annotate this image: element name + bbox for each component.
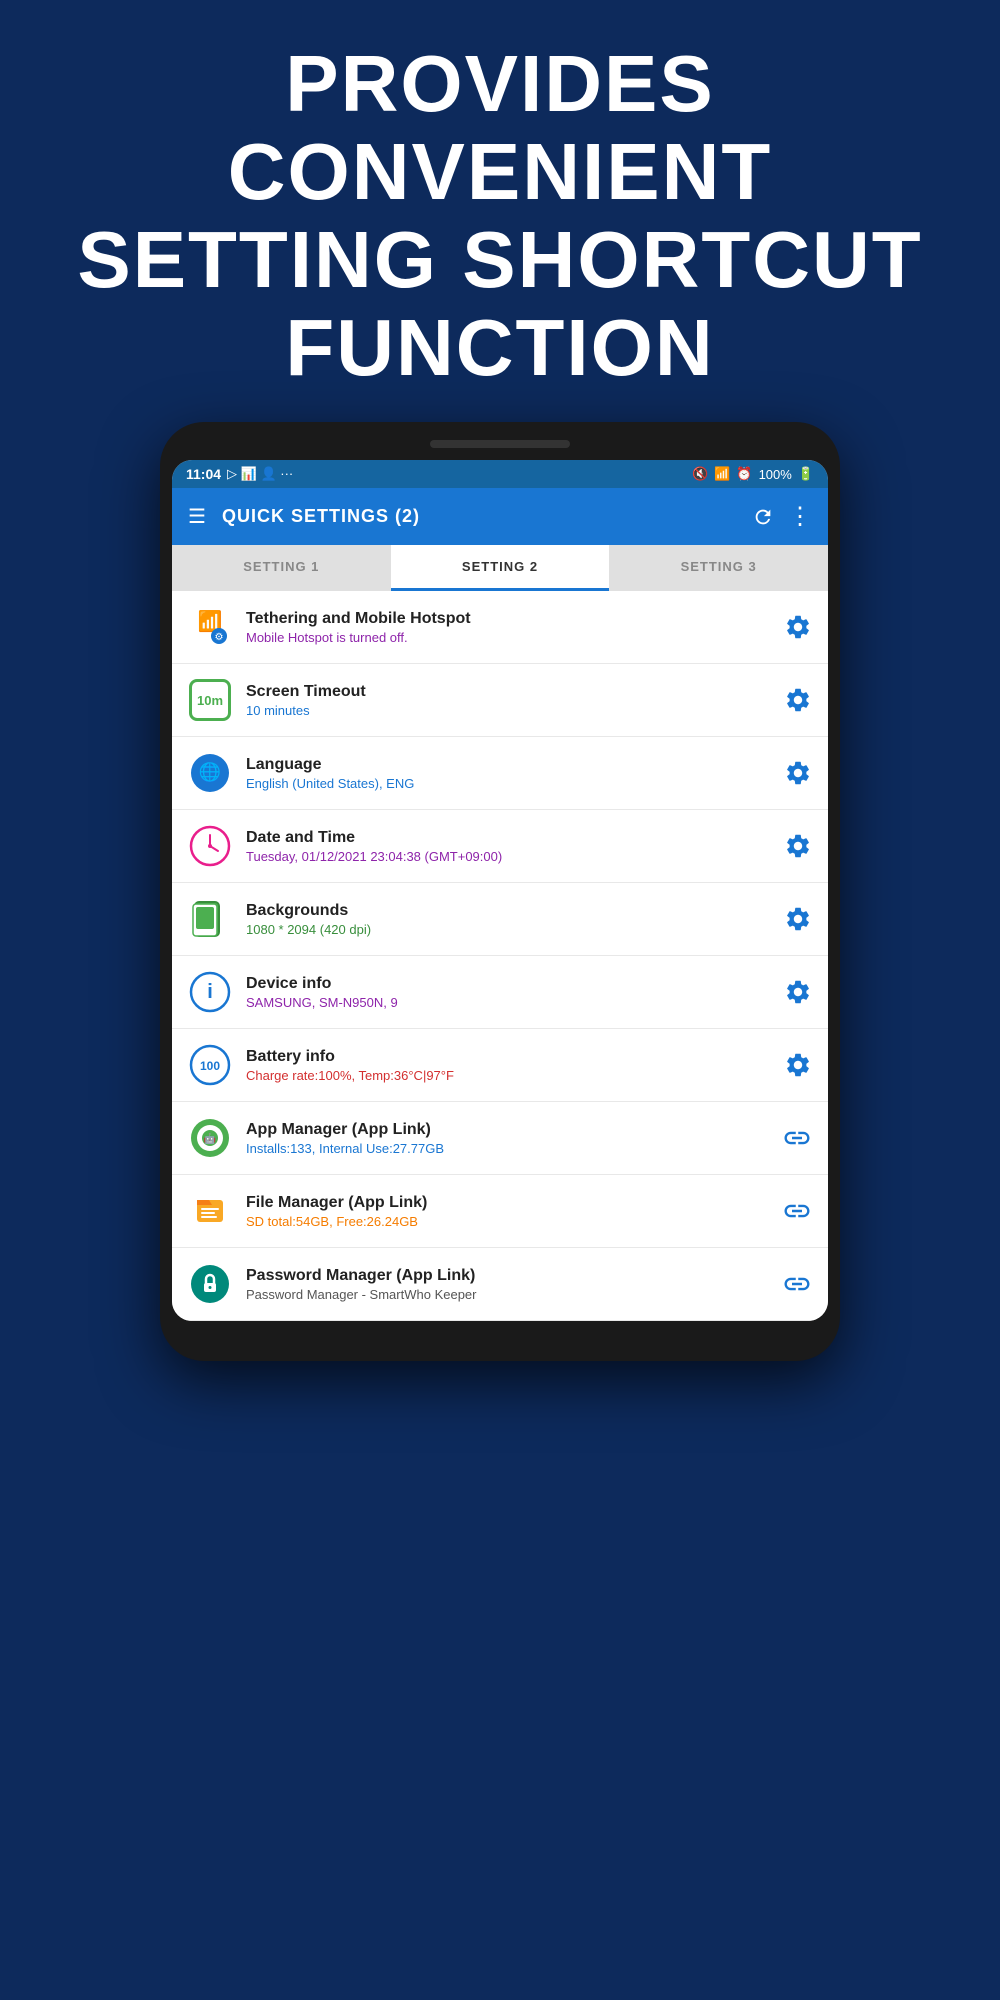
hero-title: PROVIDES CONVENIENT SETTING SHORTCUT FUN… [60, 40, 940, 392]
app-manager-icon: 🤖 [188, 1116, 232, 1160]
language-action[interactable] [784, 759, 812, 787]
status-time: 11:04 [186, 466, 221, 482]
app-bar: ☰ QUICK SETTINGS (2) ⋮ [172, 488, 828, 545]
device-info-action[interactable] [784, 978, 812, 1006]
hotspot-title: Tethering and Mobile Hotspot [246, 610, 770, 628]
datetime-subtitle: Tuesday, 01/12/2021 23:04:38 (GMT+09:00) [246, 849, 770, 864]
tab-setting2[interactable]: SETTING 2 [391, 545, 610, 591]
status-bar: 11:04 ▷ 📊 👤 ··· 🔇 📶 ⏰ 100% 🔋 [172, 460, 828, 488]
app-manager-title: App Manager (App Link) [246, 1121, 768, 1139]
language-title: Language [246, 756, 770, 774]
screen-timeout-icon: 10m [188, 678, 232, 722]
screen-timeout-subtitle: 10 minutes [246, 703, 770, 718]
tab-setting1[interactable]: SETTING 1 [172, 545, 391, 591]
device-info-content: Device info SAMSUNG, SM-N950N, 9 [246, 975, 770, 1010]
device-info-subtitle: SAMSUNG, SM-N950N, 9 [246, 995, 770, 1010]
password-manager-title: Password Manager (App Link) [246, 1267, 768, 1285]
setting-item-app-manager[interactable]: 🤖 App Manager (App Link) Installs:133, I… [172, 1102, 828, 1175]
file-manager-content: File Manager (App Link) SD total:54GB, F… [246, 1194, 768, 1229]
status-icons: ▷ 📊 👤 ··· [227, 466, 293, 482]
battery-text: 100% [759, 467, 792, 482]
more-button[interactable]: ⋮ [788, 502, 812, 531]
menu-button[interactable]: ☰ [188, 504, 206, 529]
svg-text:🤖: 🤖 [204, 1132, 216, 1145]
setting-item-battery-info[interactable]: 100 Battery info Charge rate:100%, Temp:… [172, 1029, 828, 1102]
language-icon: 🌐 [188, 751, 232, 795]
datetime-content: Date and Time Tuesday, 01/12/2021 23:04:… [246, 829, 770, 864]
hotspot-action[interactable] [784, 613, 812, 641]
svg-text:100: 100 [200, 1059, 220, 1073]
setting-item-screen-timeout[interactable]: 10m Screen Timeout 10 minutes [172, 664, 828, 737]
app-manager-content: App Manager (App Link) Installs:133, Int… [246, 1121, 768, 1156]
file-manager-subtitle: SD total:54GB, Free:26.24GB [246, 1214, 768, 1229]
hotspot-subtitle: Mobile Hotspot is turned off. [246, 630, 770, 645]
language-content: Language English (United States), ENG [246, 756, 770, 791]
datetime-title: Date and Time [246, 829, 770, 847]
svg-text:⚙: ⚙ [215, 632, 224, 643]
screen-timeout-action[interactable] [784, 686, 812, 714]
hero-section: PROVIDES CONVENIENT SETTING SHORTCUT FUN… [0, 0, 1000, 422]
device-info-title: Device info [246, 975, 770, 993]
setting-item-datetime[interactable]: Date and Time Tuesday, 01/12/2021 23:04:… [172, 810, 828, 883]
alarm-icon: ⏰ [736, 466, 752, 482]
phone-frame: 11:04 ▷ 📊 👤 ··· 🔇 📶 ⏰ 100% 🔋 ☰ QUICK SET… [160, 422, 840, 1361]
phone-screen: 11:04 ▷ 📊 👤 ··· 🔇 📶 ⏰ 100% 🔋 ☰ QUICK SET… [172, 460, 828, 1321]
backgrounds-subtitle: 1080 * 2094 (420 dpi) [246, 922, 770, 937]
battery-info-content: Battery info Charge rate:100%, Temp:36°C… [246, 1048, 770, 1083]
hotspot-icon: 📶 ⚙ [188, 605, 232, 649]
screen-timeout-title: Screen Timeout [246, 683, 770, 701]
status-right: 🔇 📶 ⏰ 100% 🔋 [692, 466, 814, 482]
svg-text:🌐: 🌐 [199, 761, 221, 782]
password-manager-subtitle: Password Manager - SmartWho Keeper [246, 1287, 768, 1302]
app-manager-subtitle: Installs:133, Internal Use:27.77GB [246, 1141, 768, 1156]
battery-info-subtitle: Charge rate:100%, Temp:36°C|97°F [246, 1068, 770, 1083]
tabs-container: SETTING 1 SETTING 2 SETTING 3 [172, 545, 828, 591]
app-bar-title: QUICK SETTINGS (2) [222, 506, 736, 527]
battery-info-title: Battery info [246, 1048, 770, 1066]
backgrounds-icon [188, 897, 232, 941]
battery-info-icon: 100 [188, 1043, 232, 1087]
mute-icon: 🔇 [692, 466, 708, 482]
password-manager-icon [188, 1262, 232, 1306]
battery-info-action[interactable] [784, 1051, 812, 1079]
file-manager-action[interactable] [782, 1196, 812, 1226]
tab-setting3[interactable]: SETTING 3 [609, 545, 828, 591]
status-left: 11:04 ▷ 📊 👤 ··· [186, 466, 293, 482]
phone-container: 11:04 ▷ 📊 👤 ··· 🔇 📶 ⏰ 100% 🔋 ☰ QUICK SET… [0, 422, 1000, 1361]
app-manager-action[interactable] [782, 1123, 812, 1153]
setting-item-hotspot[interactable]: 📶 ⚙ Tethering and Mobile Hotspot Mobile … [172, 591, 828, 664]
setting-item-language[interactable]: 🌐 Language English (United States), ENG [172, 737, 828, 810]
wifi-icon: 📶 [714, 466, 730, 482]
setting-item-password-manager[interactable]: Password Manager (App Link) Password Man… [172, 1248, 828, 1321]
file-manager-icon [188, 1189, 232, 1233]
setting-item-file-manager[interactable]: File Manager (App Link) SD total:54GB, F… [172, 1175, 828, 1248]
hotspot-content: Tethering and Mobile Hotspot Mobile Hots… [246, 610, 770, 645]
battery-icon: 🔋 [798, 466, 814, 482]
screen-timeout-content: Screen Timeout 10 minutes [246, 683, 770, 718]
app-bar-actions: ⋮ [752, 502, 812, 531]
file-manager-title: File Manager (App Link) [246, 1194, 768, 1212]
backgrounds-action[interactable] [784, 905, 812, 933]
svg-text:i: i [207, 981, 213, 1003]
phone-notch [430, 440, 570, 448]
password-manager-action[interactable] [782, 1269, 812, 1299]
password-manager-content: Password Manager (App Link) Password Man… [246, 1267, 768, 1302]
backgrounds-content: Backgrounds 1080 * 2094 (420 dpi) [246, 902, 770, 937]
backgrounds-title: Backgrounds [246, 902, 770, 920]
setting-item-device-info[interactable]: i Device info SAMSUNG, SM-N950N, 9 [172, 956, 828, 1029]
refresh-button[interactable] [752, 506, 774, 528]
datetime-icon [188, 824, 232, 868]
device-info-icon: i [188, 970, 232, 1014]
settings-list: 📶 ⚙ Tethering and Mobile Hotspot Mobile … [172, 591, 828, 1321]
language-subtitle: English (United States), ENG [246, 776, 770, 791]
setting-item-backgrounds[interactable]: Backgrounds 1080 * 2094 (420 dpi) [172, 883, 828, 956]
datetime-action[interactable] [784, 832, 812, 860]
